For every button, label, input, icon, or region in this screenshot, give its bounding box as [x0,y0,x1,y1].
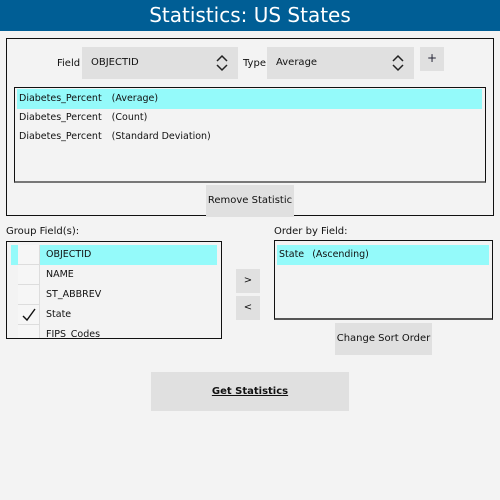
group-fields-label: Group Field(s): [6,226,80,237]
type-select-value: Average [276,57,318,68]
title-bar: Statistics: US States [0,0,500,31]
group-field-item[interactable]: FIPS_Codes [11,325,217,339]
change-sort-order-button[interactable]: Change Sort Order [335,323,432,355]
page-title: Statistics: US States [149,3,351,27]
statistics-list[interactable]: Diabetes_Percent (Average) Diabetes_Perce… [14,87,486,183]
get-statistics-button[interactable]: Get Statistics [151,372,349,411]
checkmark-icon [22,308,36,322]
plus-icon: + [426,51,438,65]
group-field-item[interactable]: State [11,305,217,325]
field-select-value: OBJECTID [91,57,139,68]
field-label: Field [57,58,81,69]
group-field-name: OBJECTID [46,249,92,260]
group-field-checkbox[interactable] [18,325,40,338]
statistics-list-item[interactable]: Diabetes_Percent (Standard Deviation) [17,127,482,147]
group-field-name: ST_ABBREV [46,289,102,300]
group-fields-list[interactable]: OBJECTID NAME ST_ABBREV State FIPS_Codes [6,241,222,339]
group-field-checkbox[interactable] [18,265,40,285]
group-field-name: FIPS_Codes [46,329,101,339]
type-select[interactable]: Average [267,47,414,79]
order-by-list[interactable]: State (Ascending) [274,240,493,320]
statistic-field: Diabetes_Percent [19,93,102,104]
remove-order-field-button[interactable]: < [236,296,260,320]
up-down-arrows-icon [392,54,404,72]
group-field-name: State [46,309,72,320]
statistic-field: Diabetes_Percent [19,112,102,123]
type-label: Type [243,58,266,69]
add-order-field-button[interactable]: > [236,269,260,293]
order-field: State [279,249,305,260]
statistic-type: (Average) [111,93,159,104]
up-down-arrows-icon [216,54,228,72]
group-field-checkbox[interactable] [18,305,40,325]
group-field-checkbox[interactable] [18,285,40,305]
statistic-type: (Standard Deviation) [111,131,211,142]
order-by-item[interactable]: State (Ascending) [277,245,489,265]
add-statistic-button[interactable]: + [420,47,444,71]
group-field-item[interactable]: ST_ABBREV [11,285,217,305]
group-field-item[interactable]: OBJECTID [11,245,217,265]
statistic-field: Diabetes_Percent [19,131,102,142]
group-field-checkbox[interactable] [18,245,40,265]
group-field-name: NAME [46,269,74,280]
statistics-list-item[interactable]: Diabetes_Percent (Average) [17,89,482,109]
group-field-item[interactable]: NAME [11,265,217,285]
field-select[interactable]: OBJECTID [82,47,238,79]
statistic-type: (Count) [111,112,148,123]
statistics-list-item[interactable]: Diabetes_Percent (Count) [17,108,482,128]
remove-statistic-button[interactable]: Remove Statistic [206,185,294,217]
order-by-label: Order by Field: [274,226,348,237]
order-direction: (Ascending) [312,249,369,260]
